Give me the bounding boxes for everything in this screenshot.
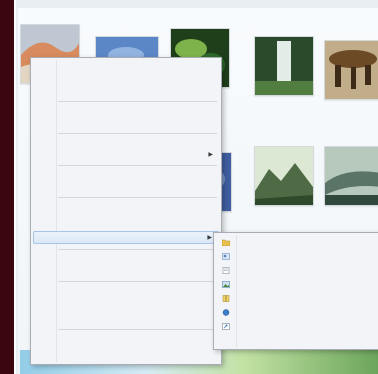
menu-item-13[interactable] <box>33 287 219 299</box>
thumbnail-waterfall[interactable] <box>254 36 314 96</box>
menu-item-16[interactable] <box>33 337 219 349</box>
menu-separator <box>58 165 217 166</box>
thumbnail-reptile[interactable] <box>324 146 378 206</box>
menu-item-3[interactable] <box>33 85 219 97</box>
submenu-item-7[interactable] <box>216 320 377 333</box>
rocks-image <box>325 41 378 99</box>
submenu-item-4[interactable] <box>216 278 377 291</box>
contact-icon <box>222 253 230 260</box>
submenu-item-6[interactable] <box>216 306 377 319</box>
context-menu: ▶ ▶ <box>30 57 222 365</box>
menu-separator <box>58 249 217 250</box>
document-icon <box>222 267 230 274</box>
archive-icon <box>222 295 230 302</box>
menu-separator <box>58 329 217 330</box>
menu-separator <box>58 101 217 102</box>
menu-item-12[interactable] <box>33 265 219 277</box>
menu-item-5[interactable] <box>33 117 219 129</box>
screenshot-stage: ▶ ▶ <box>0 0 378 374</box>
menu-item-10[interactable]: ▶ <box>33 231 219 244</box>
shortcut-icon <box>222 323 230 330</box>
menu-item-15[interactable] <box>33 311 219 323</box>
waterfall-image <box>255 37 313 95</box>
submenu-item-1[interactable] <box>216 236 377 249</box>
folder-icon <box>222 239 230 246</box>
menu-separator <box>58 281 217 282</box>
menu-item-11[interactable] <box>33 253 219 265</box>
menu-separator <box>58 197 217 198</box>
mountain-image <box>255 147 313 205</box>
menu-item-4[interactable] <box>33 105 219 117</box>
menu-item-17[interactable] <box>33 349 219 361</box>
thumbnail-mountain[interactable] <box>254 146 314 206</box>
menu-item-6[interactable] <box>33 137 219 149</box>
chevron-right-icon: ▶ <box>207 234 212 241</box>
chevron-right-icon: ▶ <box>208 151 213 158</box>
image-icon <box>222 281 230 288</box>
menu-separator <box>58 133 217 134</box>
new-submenu <box>213 232 378 350</box>
submenu-item-3[interactable] <box>216 264 377 277</box>
menu-item-14[interactable] <box>33 299 219 311</box>
menu-item-2[interactable] <box>33 73 219 85</box>
submenu-item-2[interactable] <box>216 250 377 263</box>
menu-item-7[interactable]: ▶ <box>33 149 219 161</box>
reptile-image <box>325 147 378 205</box>
menu-item-9[interactable] <box>33 181 219 193</box>
thumbnail-rocks[interactable] <box>324 40 378 100</box>
submenu-item-5[interactable] <box>216 292 377 305</box>
app-icon <box>222 309 230 316</box>
menu-item-8[interactable] <box>33 169 219 181</box>
menu-item-1[interactable] <box>33 61 219 73</box>
